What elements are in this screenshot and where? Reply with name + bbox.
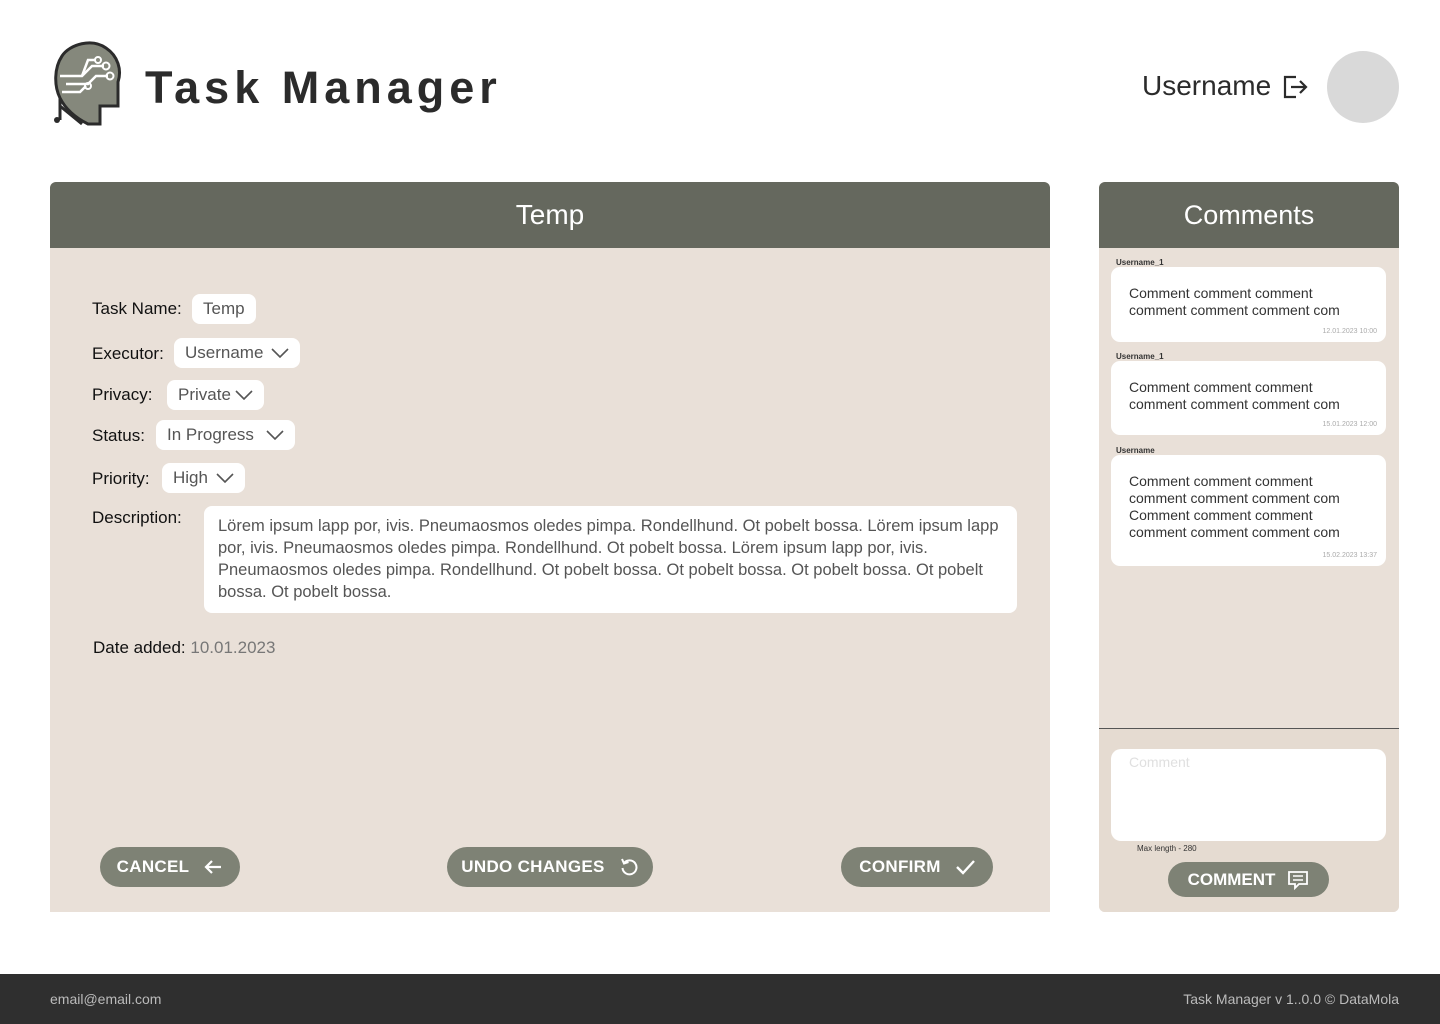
comment-button[interactable]: COMMENT <box>1168 862 1329 897</box>
comment-date: 15.01.2023 12:00 <box>1322 421 1378 428</box>
comment-date: 12.01.2023 10:00 <box>1322 328 1378 335</box>
priority-label: Priority: <box>92 469 150 488</box>
task-panel-title: Temp <box>50 182 1050 248</box>
priority-select[interactable]: High <box>162 463 245 493</box>
privacy-value: Private <box>178 385 231 404</box>
undo-icon <box>620 858 638 876</box>
task-name-value: Temp <box>203 299 245 318</box>
avatar[interactable] <box>1327 51 1399 123</box>
status-label: Status: <box>92 426 145 445</box>
footer-email[interactable]: email@email.com <box>50 991 161 1007</box>
comment-date: 15.02.2023 13:37 <box>1322 552 1378 559</box>
executor-select[interactable]: Username <box>174 338 301 368</box>
undo-button-label: UNDO CHANGES <box>461 857 605 876</box>
comment-author: Username_1 <box>1116 352 1164 361</box>
comment-author: Username <box>1116 446 1155 455</box>
comment-text: Comment comment comment comment comment … <box>1129 473 1340 540</box>
footer-version: Task Manager v 1..0.0 © DataMola <box>1183 991 1399 1007</box>
confirm-button-label: CONFIRM <box>859 857 941 876</box>
comment-author: Username_1 <box>1116 258 1164 267</box>
comment-input[interactable] <box>1111 749 1386 841</box>
task-panel: Temp Task Name: Temp Executor: Username … <box>50 182 1050 912</box>
description-textarea[interactable]: Lörem ipsum lapp por, ivis. Pneumaosmos … <box>204 506 1017 613</box>
status-value: In Progress <box>167 425 254 444</box>
max-length-hint: Max length - 280 <box>1137 844 1197 853</box>
comment-card: Comment comment comment comment comment … <box>1111 267 1386 342</box>
footer: email@email.com Task Manager v 1..0.0 © … <box>0 974 1440 1024</box>
undo-changes-button[interactable]: UNDO CHANGES <box>447 847 653 887</box>
date-added-label: Date added: <box>93 638 186 657</box>
confirm-button[interactable]: CONFIRM <box>841 847 993 887</box>
logout-icon[interactable] <box>1281 73 1309 101</box>
privacy-select[interactable]: Private <box>167 380 264 410</box>
chevron-down-icon <box>216 473 234 483</box>
priority-value: High <box>173 468 208 487</box>
task-name-input[interactable]: Temp <box>192 294 256 324</box>
comment-card: Comment comment comment comment comment … <box>1111 455 1386 566</box>
comment-button-label: COMMENT <box>1187 869 1276 889</box>
comment-card: Comment comment comment comment comment … <box>1111 361 1386 435</box>
chevron-down-icon <box>266 430 284 440</box>
check-icon <box>955 860 975 875</box>
privacy-label: Privacy: <box>92 385 153 404</box>
date-added: Date added: 10.01.2023 <box>93 638 275 658</box>
chevron-down-icon <box>235 390 253 400</box>
chevron-down-icon <box>271 348 289 358</box>
comments-panel: Comments Username_1 Comment comment comm… <box>1099 182 1399 912</box>
executor-label: Executor: <box>92 344 164 363</box>
comment-lines-icon <box>1288 870 1309 890</box>
app-header: Task Manager Username <box>0 0 1440 150</box>
description-label: Description: <box>92 508 182 527</box>
date-added-value: 10.01.2023 <box>190 638 276 657</box>
comment-text: Comment comment comment comment comment … <box>1129 285 1340 318</box>
status-select[interactable]: In Progress <box>156 420 295 450</box>
cancel-button[interactable]: CANCEL <box>100 847 240 887</box>
cancel-button-label: CANCEL <box>116 857 190 876</box>
username-label: Username <box>1142 70 1272 101</box>
task-name-label: Task Name: <box>92 299 182 318</box>
arrow-left-icon <box>204 860 222 874</box>
logo-icon <box>54 41 121 126</box>
comment-text: Comment comment comment comment comment … <box>1129 379 1340 412</box>
executor-value: Username <box>185 343 264 362</box>
comments-title: Comments <box>1099 182 1399 248</box>
app-title: Task Manager <box>145 62 502 113</box>
